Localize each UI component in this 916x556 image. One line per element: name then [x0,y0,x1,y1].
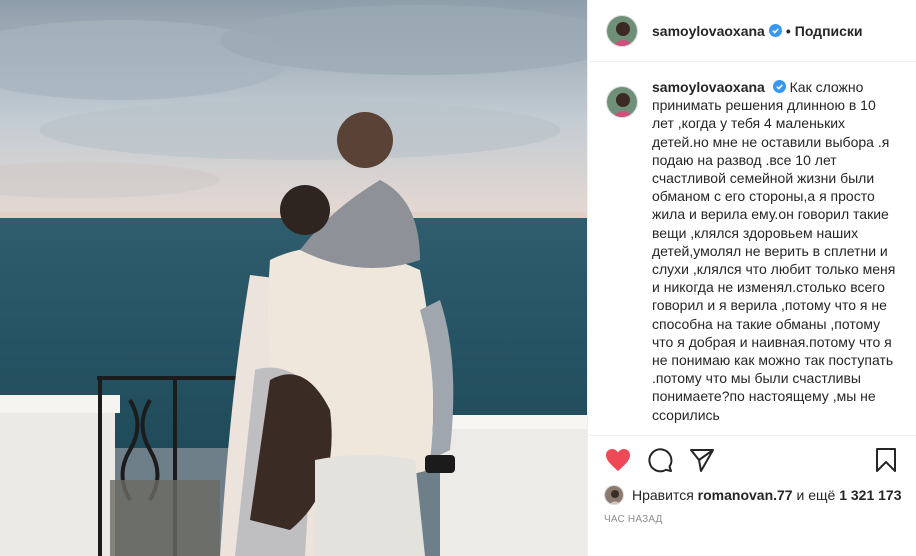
caption-comment: samoylovaoxana Как сложно принимать реше… [588,78,916,434]
likes-count[interactable]: 1 321 173 [839,487,901,503]
bookmark-icon[interactable] [872,446,900,474]
author-username[interactable]: samoylovaoxana [652,23,765,39]
post-side-panel: samoylovaoxana • Подписки samoylovaoxana… [587,0,916,556]
caption-text: Как сложно принимать решения длинною в 1… [652,79,896,423]
likes-summary: Нравится romanovan.77 и ещё 1 321 173 [604,485,902,505]
caption-author-avatar[interactable] [606,86,638,118]
header-separator: • [785,22,791,39]
liker-username[interactable]: romanovan.77 [698,487,793,503]
post-header: samoylovaoxana • Подписки [588,0,916,62]
post-timestamp[interactable]: час назад [604,514,663,525]
verified-badge-icon [768,24,782,37]
likes-middle: и ещё [796,487,836,503]
likes-prefix: Нравится [632,487,694,503]
author-avatar[interactable] [606,14,638,47]
following-button[interactable]: Подписки [795,23,863,39]
heart-icon-filled[interactable] [604,446,632,474]
share-icon[interactable] [688,446,716,474]
comment-icon[interactable] [646,446,674,474]
post-photo[interactable] [0,0,587,556]
verified-badge-icon [772,79,786,93]
caption-text-block: samoylovaoxana Как сложно принимать реше… [652,78,900,424]
caption-username[interactable]: samoylovaoxana [652,79,765,95]
liker-avatar[interactable] [604,485,624,505]
post-actions-bar [588,435,916,485]
